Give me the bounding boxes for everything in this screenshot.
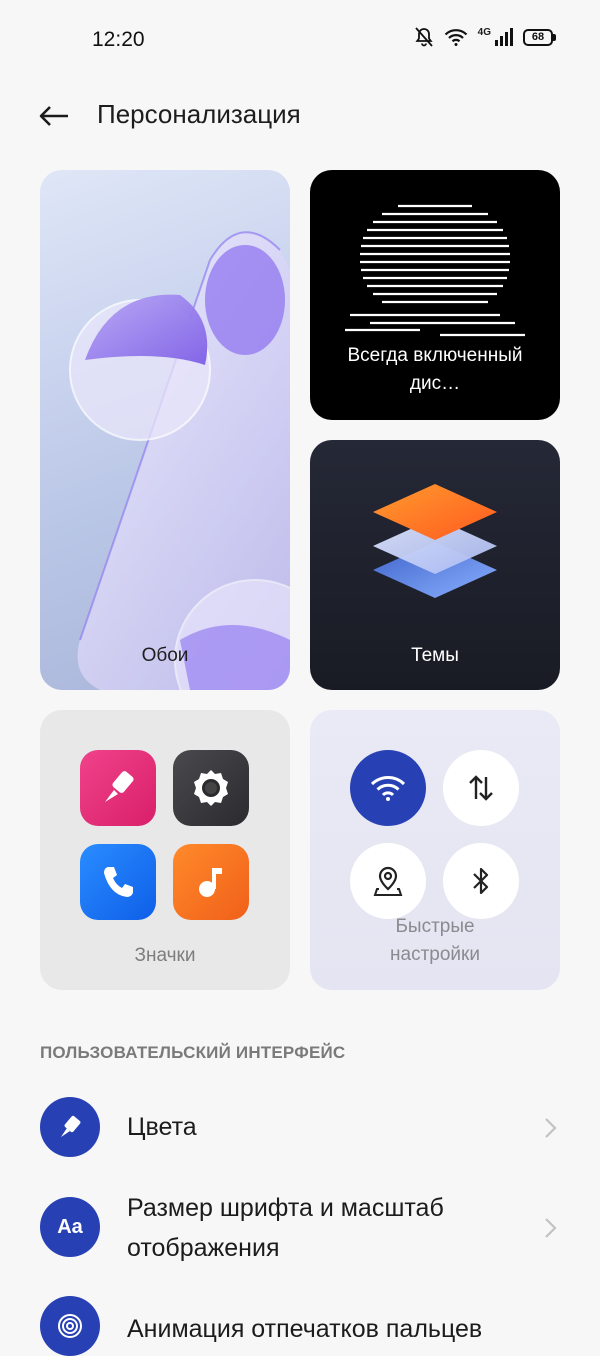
arrow-left-icon [39,106,68,126]
themes-layers-icon [373,484,497,598]
themes-card[interactable]: Темы [310,440,560,690]
quick-settings-card[interactable]: Быстрые настройки [310,710,560,990]
qs-location-button [350,843,426,919]
quick-settings-label: Быстрые настройки [390,916,480,965]
aod-label: Всегда включенный дис… [347,345,523,394]
wallpaper-card[interactable]: Обои [40,170,290,690]
qs-wifi-button [350,750,426,826]
data-transfer-icon [469,775,493,801]
list-item-fingerprint-animation[interactable]: Анимация отпечатков пальцев [0,1296,600,1356]
status-time: 12:20 [92,28,145,51]
wallpaper-label: Обои [141,645,189,666]
header: Персонализация [0,88,600,144]
chevron-right-icon [545,1118,557,1138]
list-item-font-size[interactable]: Aa Размер шрифта и масштаб отображения [0,1188,600,1268]
fingerprint-icon [40,1296,100,1356]
network-type: 4G [477,27,491,38]
brush-icon [105,771,134,802]
list-item-colors[interactable]: Цвета [0,1096,600,1160]
settings-app-icon [173,750,249,826]
icons-label: Значки [134,945,196,966]
always-on-display-card[interactable]: Всегда включенный дис… [310,170,560,420]
status-bar: 12:20 4G 68 [0,0,600,80]
battery-level: 68 [523,28,553,46]
gear-icon [194,770,228,806]
music-app-icon [173,844,249,920]
status-icons: 4G 68 [414,26,556,48]
list-item-label: Анимация отпечатков пальцев [127,1315,483,1343]
brush-app-icon [80,750,156,826]
location-pin-icon [373,866,403,896]
font-size-icon: Aa [40,1197,100,1257]
back-button[interactable] [34,96,74,136]
section-title-ui: ПОЛЬЗОВАТЕЛЬСКИЙ ИНТЕРФЕЙС [40,1043,346,1062]
brush-icon [40,1097,100,1157]
icons-card[interactable]: Значки [40,710,290,990]
qs-bluetooth-button [443,843,519,919]
list-item-label: Цвета [127,1113,197,1141]
wallpaper-preview-image [69,231,290,690]
wifi-icon [370,776,406,801]
aod-sun-graphic [345,204,525,337]
list-item-label: Размер шрифта и масштаб отображения [127,1194,444,1262]
phone-app-icon [80,844,156,920]
chevron-right-icon [545,1218,557,1238]
mute-bell-icon [414,27,433,47]
phone-icon [104,867,133,897]
qs-mobile-data-button [443,750,519,826]
bluetooth-icon [473,867,489,895]
music-note-icon [199,868,222,897]
wifi-icon [444,29,467,46]
font-size-glyph: Aa [57,1215,83,1238]
battery-icon: 68 [523,28,556,46]
themes-label: Темы [411,645,459,666]
page-title: Персонализация [97,99,301,129]
cellular-signal-icon: 4G [477,27,513,46]
